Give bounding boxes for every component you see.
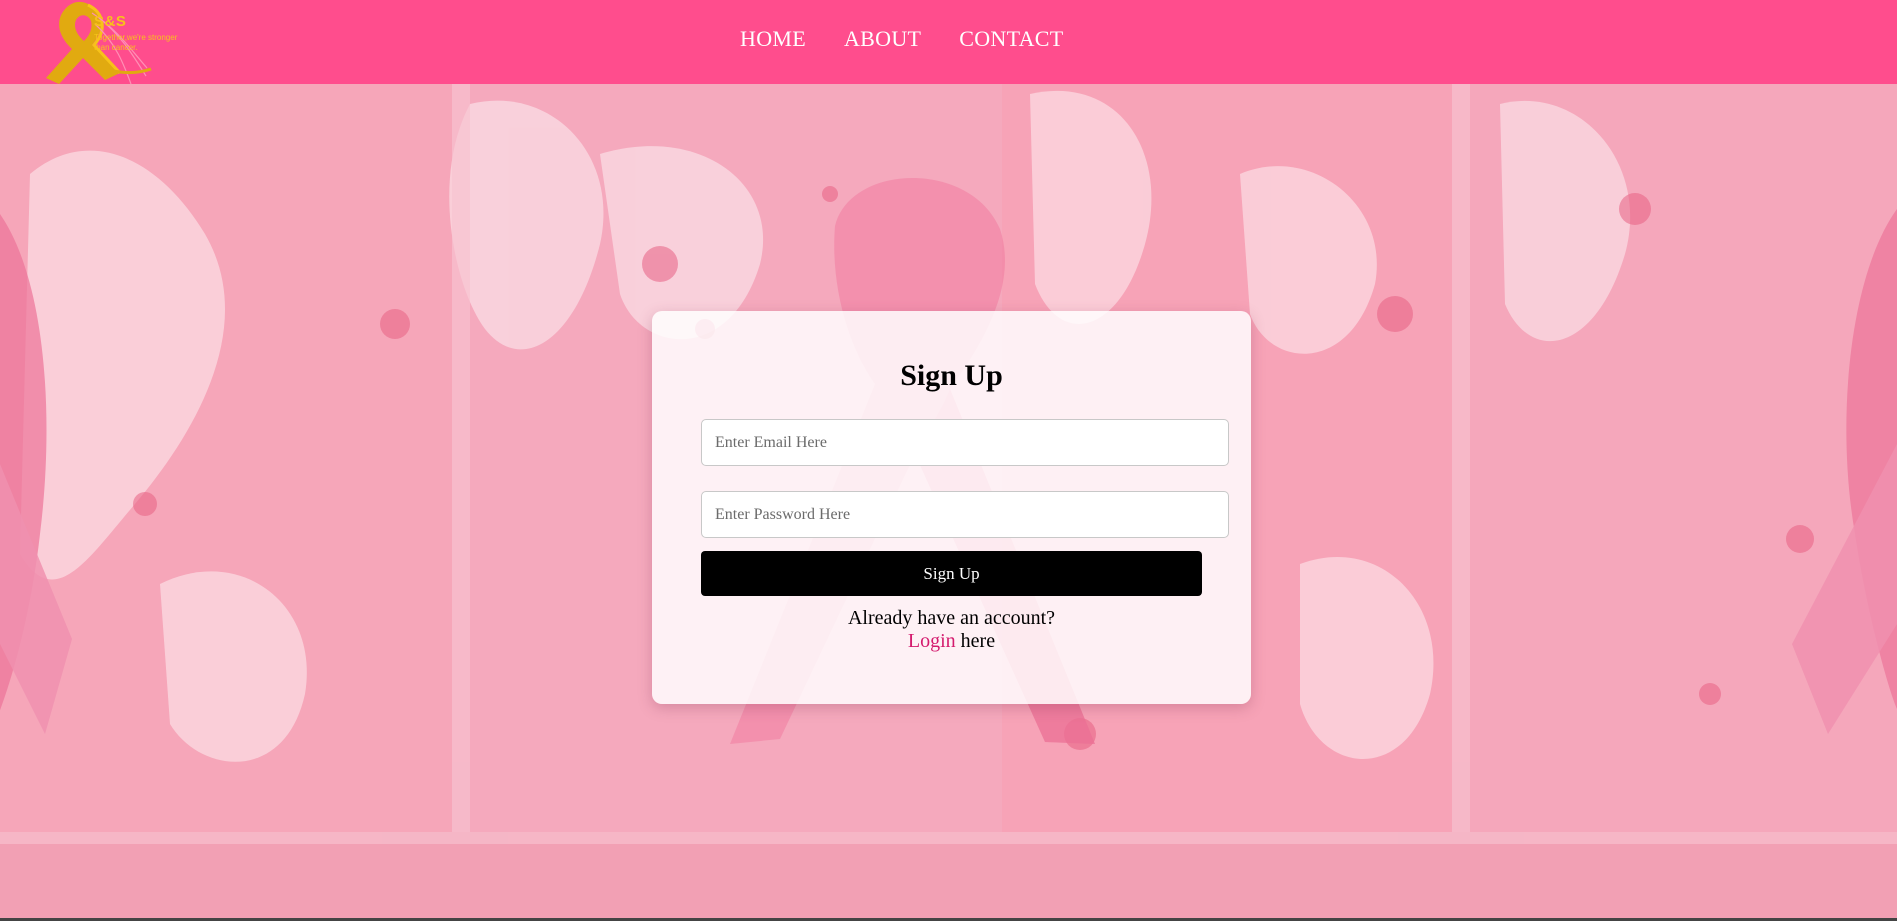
email-input[interactable] xyxy=(701,419,1229,466)
brand-tagline: Together,we're stronger than cancer. xyxy=(94,33,178,52)
nav-home-link[interactable]: HOME xyxy=(740,26,806,52)
login-line: Login here xyxy=(652,630,1251,653)
password-input[interactable] xyxy=(701,491,1229,538)
sign-up-button[interactable]: Sign Up xyxy=(701,551,1202,596)
login-link[interactable]: Login xyxy=(908,630,956,652)
nav-contact-link[interactable]: CONTACT xyxy=(959,26,1063,52)
sign-up-page: S&S Together,we're stronger than cancer.… xyxy=(0,0,1897,918)
login-prompt: Already have an account? Login here xyxy=(652,607,1251,653)
account-question: Already have an account? xyxy=(847,607,1056,629)
form-title: Sign Up xyxy=(900,359,1003,392)
sign-up-card: Sign Up Sign Up Already have an account?… xyxy=(652,311,1251,704)
brand-name: S&S xyxy=(94,13,127,30)
brand-logo[interactable]: S&S Together,we're stronger than cancer. xyxy=(28,0,188,84)
main-navigation: HOME ABOUT CONTACT xyxy=(740,26,1064,52)
site-header: S&S Together,we're stronger than cancer.… xyxy=(0,0,1897,84)
login-suffix: here xyxy=(955,630,996,652)
nav-about-link[interactable]: ABOUT xyxy=(844,26,921,52)
